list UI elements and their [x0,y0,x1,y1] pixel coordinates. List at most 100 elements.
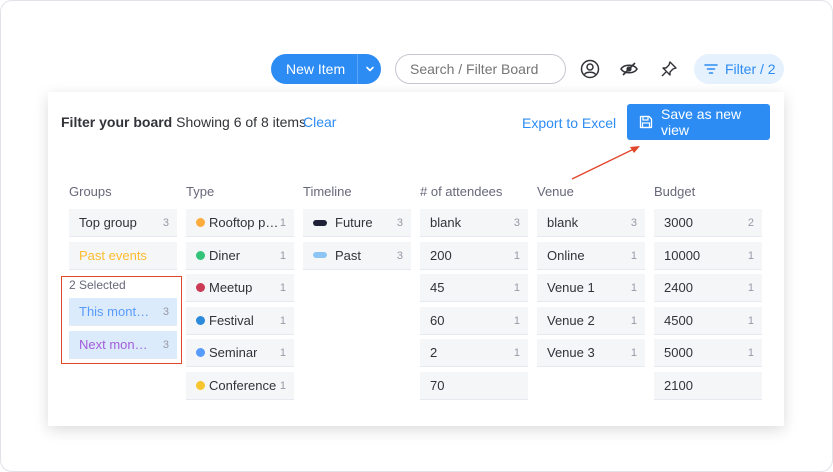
status-dot [196,315,205,325]
filter-label: Filter / 2 [725,61,776,77]
groups-column: Groups Top group 3 Past events [69,184,177,274]
new-item-button[interactable]: New Item [271,54,381,84]
option-count: 1 [747,347,754,359]
items-showing-count: Showing 6 of 8 items [176,114,307,130]
timeline-pill [313,219,327,226]
filter-option-venue-1[interactable]: Venue 1 1 [537,274,645,302]
option-count: 1 [513,314,520,327]
save-view-label: Save as new view [661,106,742,138]
status-dot [196,380,205,390]
save-as-new-view-button[interactable]: Save as new view [627,104,770,140]
clear-link[interactable]: Clear [303,114,336,130]
filter-option-budget-2100[interactable]: 2100 [654,371,762,400]
option-label: 2400 [664,280,693,295]
filter-option-budget-2400[interactable]: 2400 1 [654,274,762,302]
new-item-label: New Item [286,61,346,77]
timeline-pill [313,252,327,259]
filter-option-attendees-2[interactable]: 21 [420,339,528,367]
option-label: 60 [430,312,445,328]
column-header: Groups [69,184,112,199]
filter-option-top-group[interactable]: Top group 3 [69,209,177,237]
option-label: 3000 [664,215,693,230]
option-label: Festival [209,312,254,328]
option-count: 1 [513,347,520,359]
option-count: 1 [630,249,637,262]
filter-option-conference[interactable]: Conference 1 [186,371,294,400]
eye-off-icon[interactable] [617,57,641,81]
option-count: 1 [279,249,286,262]
type-column: Type Rooftop par... 1 Diner 1 Meetup 1 Fest… [186,184,294,404]
option-label: 70 [430,377,445,393]
filter-option-venue-online[interactable]: Online 1 [537,241,645,270]
option-count: 3 [396,249,403,262]
option-label: Top group [79,215,137,230]
filter-option-future[interactable]: Future 3 [303,209,411,237]
option-count: 1 [630,347,637,359]
filter-option-seminar[interactable]: Seminar 1 [186,339,294,367]
budget-column: Budget 3000 2 10000 1 2400 1 4500 1 5000 1 21… [654,184,762,404]
filter-option-venue-blank[interactable]: blank 3 [537,209,645,237]
filter-option-attendees-45[interactable]: 45 1 [420,274,528,302]
option-label: Rooftop par... [209,215,281,230]
filter-option-attendees-blank[interactable]: blank 3 [420,209,528,237]
option-label: Seminar [209,345,258,360]
column-header: # of attendees [420,184,503,199]
filter-option-budget-4500[interactable]: 4500 1 [654,306,762,335]
filter-option-budget-10000[interactable]: 10000 1 [654,241,762,270]
filter-panel: Filter your board Showing 6 of 8 items C… [48,92,784,426]
option-label: Past [335,247,362,263]
attendees-column: # of attendees blank 3 200 1 45 1 60 1 21 70 [420,184,528,404]
filter-option-meetup[interactable]: Meetup 1 [186,274,294,302]
filter-option-attendees-60[interactable]: 60 1 [420,306,528,335]
option-label: 10000 [664,247,701,263]
filter-button[interactable]: Filter / 2 [694,54,784,84]
option-label: Past events [79,247,147,263]
chevron-down-icon[interactable] [358,54,381,84]
filter-option-budget-3000[interactable]: 3000 2 [654,209,762,237]
option-label: Venue 2 [547,312,595,328]
option-count: 3 [396,217,403,229]
filter-option-venue-3[interactable]: Venue 3 1 [537,339,645,367]
panel-title-bold: Filter your board [61,114,173,130]
save-icon [639,115,653,129]
filter-option-attendees-200[interactable]: 200 1 [420,241,528,270]
option-count: 1 [279,314,286,327]
export-excel-link[interactable]: Export to Excel [522,115,616,131]
option-label: Future [335,215,373,230]
board-toolbar: New Item Filter / 2 [0,54,833,84]
option-count: 1 [279,282,286,294]
option-label: 5000 [664,345,693,360]
option-count: 3 [513,217,520,229]
venue-column: Venue blank 3 Online 1 Venue 1 1 Venue 2 1 V… [537,184,645,372]
option-label: Venue 3 [547,345,595,360]
status-dot [196,348,205,358]
filter-option-diner[interactable]: Diner 1 [186,241,294,270]
option-count: 1 [630,282,637,294]
option-count: 1 [747,249,754,262]
filter-option-festival[interactable]: Festival 1 [186,306,294,335]
filter-option-attendees-70[interactable]: 70 [420,371,528,400]
filter-option-rooftop-party[interactable]: Rooftop par... 1 [186,209,294,237]
option-count: 1 [747,314,754,327]
option-label: Conference [209,377,277,393]
option-count: 2 [747,217,754,229]
option-count: 1 [279,217,286,229]
search-input[interactable] [395,54,566,84]
filter-option-venue-2[interactable]: Venue 2 1 [537,306,645,335]
pin-icon[interactable] [657,57,681,81]
option-label: Venue 1 [547,280,595,295]
option-count: 1 [279,379,286,392]
person-icon[interactable] [578,57,602,81]
status-dot [196,283,205,293]
filter-option-past[interactable]: Past 3 [303,241,411,270]
column-header: Budget [654,184,696,199]
option-label: 4500 [664,312,693,328]
filter-option-budget-5000[interactable]: 5000 1 [654,339,762,367]
option-label: Meetup [209,280,253,295]
filter-option-past-events[interactable]: Past events [69,241,177,270]
option-label: 2 [430,345,438,360]
option-label: 200 [430,247,452,263]
panel-title: Filter your board Showing 6 of 8 items [61,114,306,130]
selected-count-label: 2 Selected [69,278,126,292]
option-label: 2100 [664,377,693,393]
